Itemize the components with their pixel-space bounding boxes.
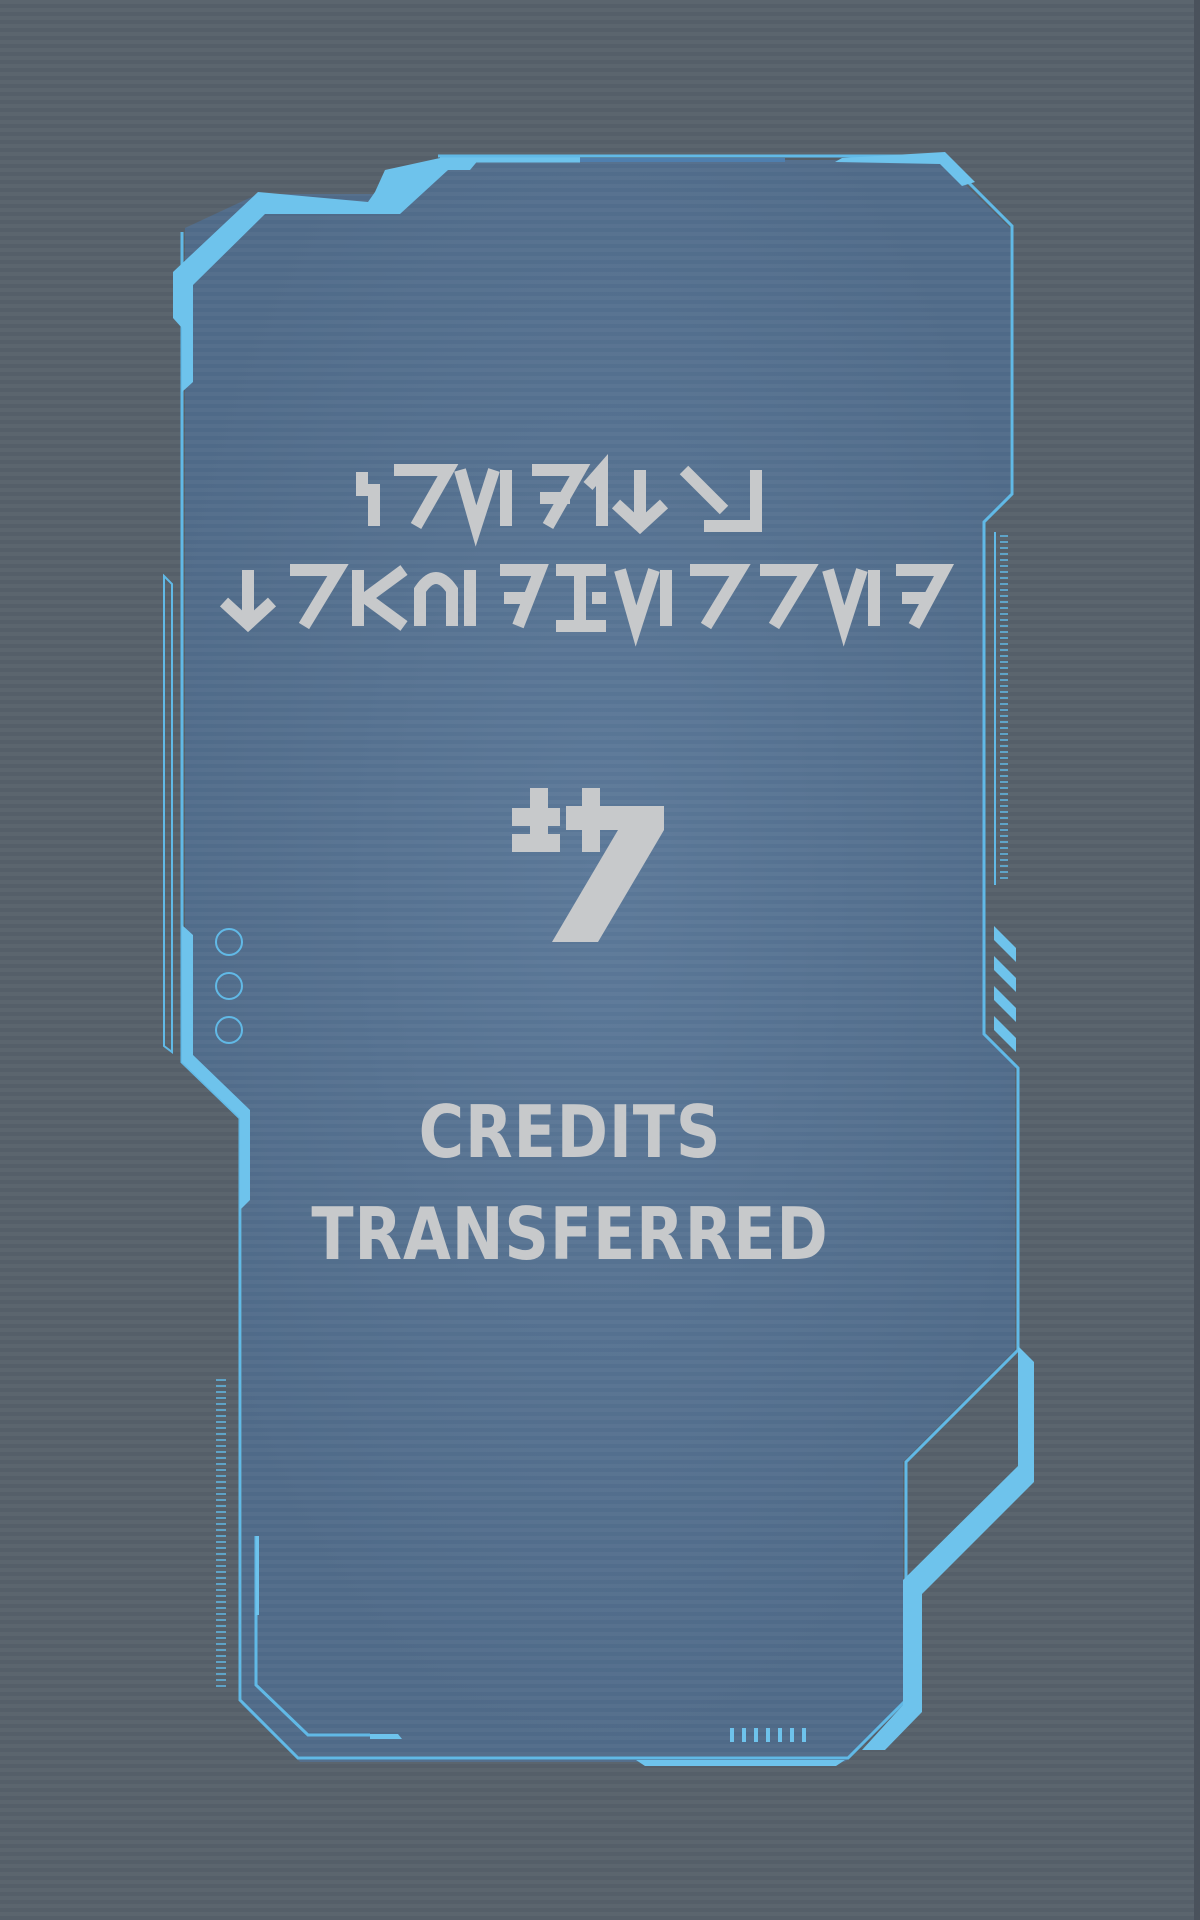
- hologram-screen: [0, 0, 1200, 1920]
- inner-bracket-accent: [256, 1536, 259, 1615]
- bottom-tick-3: [754, 1728, 758, 1742]
- bottom-tick-1: [730, 1728, 734, 1742]
- bottom-tick-5: [778, 1728, 782, 1742]
- bottom-tick-7: [802, 1728, 806, 1742]
- bottom-tick-6: [790, 1728, 794, 1742]
- bottom-tick-4: [766, 1728, 770, 1742]
- frame-accent-bottom-left: [370, 1734, 402, 1739]
- panel-scanlines: [185, 160, 1015, 1762]
- frame-accent-bottom: [636, 1760, 845, 1766]
- amount-glyph-stem-1: [530, 788, 548, 852]
- caption-credits: CREDITS: [418, 1090, 722, 1174]
- right-edge-strip: [1194, 0, 1200, 1920]
- bottom-tick-2: [742, 1728, 746, 1742]
- caption-transferred: TRANSFERRED: [311, 1192, 829, 1276]
